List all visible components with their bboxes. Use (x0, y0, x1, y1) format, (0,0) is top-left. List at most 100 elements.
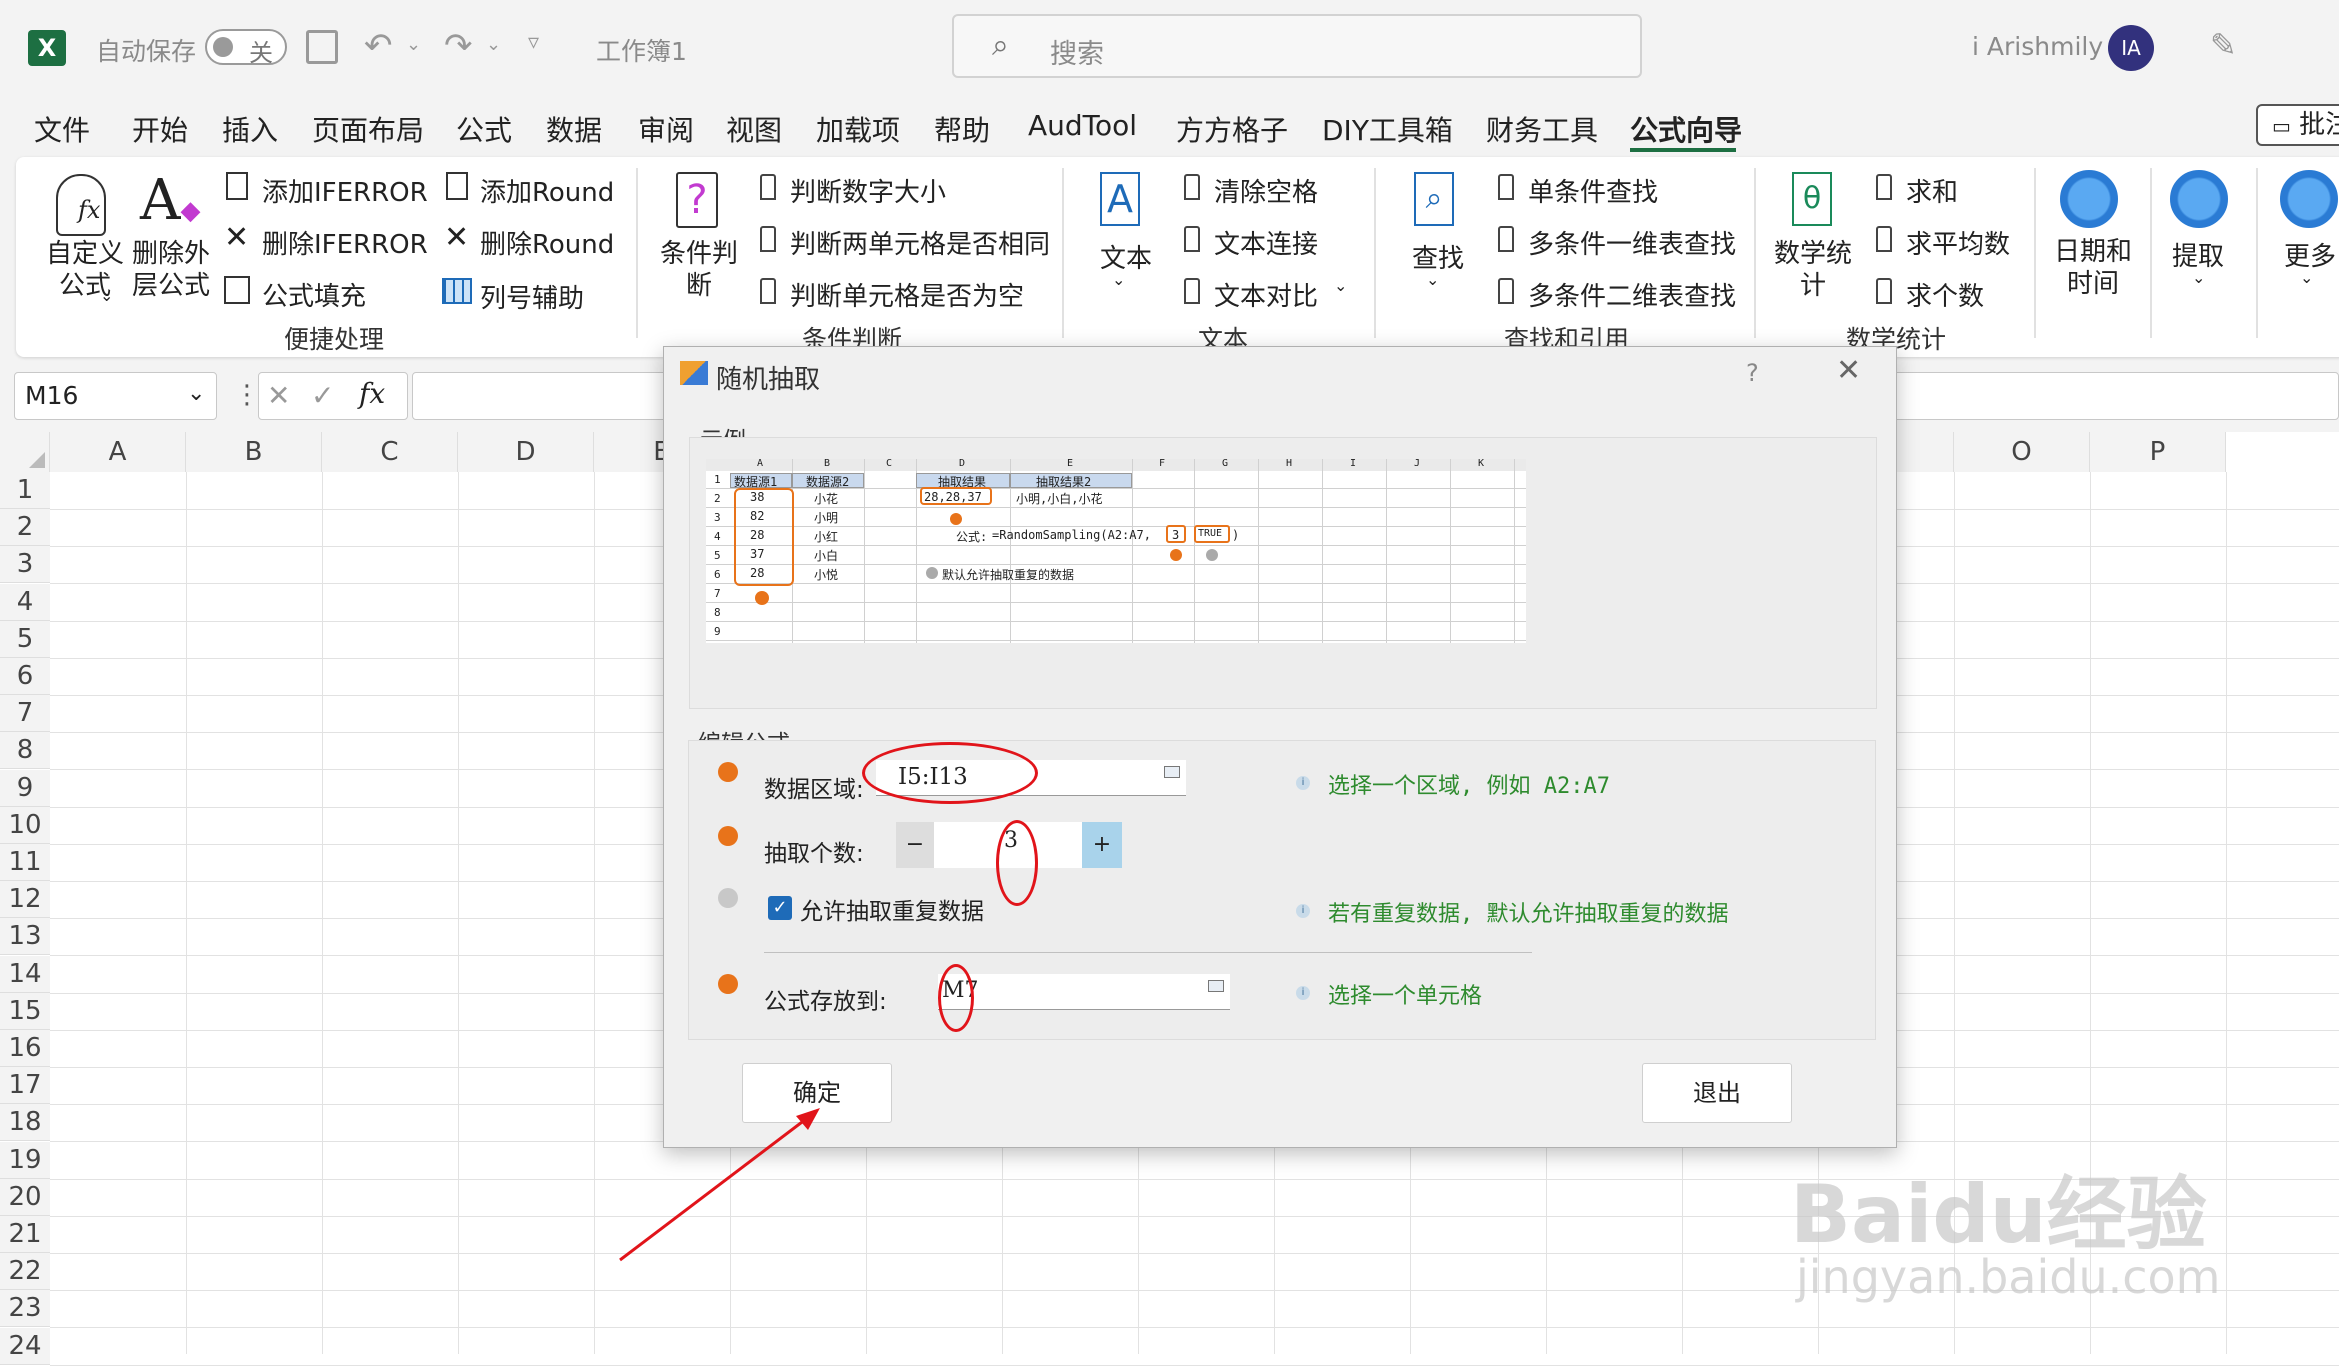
tab-fangfang[interactable]: 方方格子 (1176, 109, 1288, 149)
more-options-icon[interactable]: ⋮ (234, 380, 260, 410)
row-header[interactable]: 5 (0, 620, 50, 658)
sum-button[interactable]: 求和 (1906, 172, 1958, 209)
tab-addins[interactable]: 加载项 (816, 109, 900, 149)
single-condition-find-button[interactable]: 单条件查找 (1528, 172, 1658, 209)
pen-icon[interactable]: ✎ (2210, 26, 2237, 64)
allow-repeat-label[interactable]: 允许抽取重复数据 (800, 892, 984, 926)
text-doc-icon[interactable]: A (1100, 172, 1140, 226)
redo-icon[interactable]: ↷ (444, 26, 473, 66)
row-header[interactable]: 15 (0, 992, 50, 1030)
text-compare-button[interactable]: 文本对比 (1214, 276, 1318, 313)
tab-formulas[interactable]: 公式 (456, 109, 512, 149)
row-header[interactable]: 8 (0, 732, 50, 770)
delete-round-button[interactable]: 删除Round (480, 224, 614, 261)
search-box[interactable]: ⌕ 搜索 (952, 14, 1642, 78)
column-helper-button[interactable]: 列号辅助 (480, 278, 584, 315)
formula-fill-button[interactable]: 公式填充 (262, 276, 366, 313)
store-input[interactable]: M7 (938, 974, 1230, 1010)
redo-dropdown-icon[interactable]: ⌄ (486, 34, 501, 55)
row-header[interactable]: 17 (0, 1067, 50, 1105)
undo-icon[interactable]: ↶ (364, 26, 393, 66)
row-header[interactable]: 14 (0, 955, 50, 993)
row-header[interactable]: 1 (0, 472, 50, 509)
delete-outer-formula-button[interactable]: 删除外 层公式 (132, 238, 210, 302)
extract-circle-icon[interactable] (2170, 170, 2228, 228)
datetime-circle-icon[interactable] (2060, 170, 2118, 228)
delete-iferror-button[interactable]: 删除IFERROR (262, 224, 428, 261)
custom-formula-icon[interactable]: fx (56, 174, 106, 236)
autosave-toggle[interactable]: 关 (205, 29, 287, 67)
row-header[interactable]: 12 (0, 881, 50, 919)
tab-view[interactable]: 视图 (726, 109, 782, 149)
row-header[interactable]: 6 (0, 658, 50, 695)
tab-insert[interactable]: 插入 (222, 109, 278, 149)
range-select-icon[interactable] (1164, 766, 1180, 778)
text-concat-button[interactable]: 文本连接 (1214, 224, 1318, 261)
more-circle-icon[interactable] (2280, 170, 2338, 228)
close-icon[interactable]: ✕ (1836, 353, 1861, 388)
row-header[interactable]: 3 (0, 546, 50, 584)
increment-button[interactable]: + (1082, 822, 1122, 868)
clear-spaces-button[interactable]: 清除空格 (1214, 172, 1318, 209)
tab-data[interactable]: 数据 (546, 109, 602, 149)
check-icon[interactable]: ✓ (311, 379, 334, 412)
tab-finance-tools[interactable]: 财务工具 (1486, 109, 1598, 149)
add-iferror-button[interactable]: 添加IFERROR (262, 172, 428, 209)
column-header[interactable]: A (50, 432, 186, 472)
row-header[interactable]: 7 (0, 695, 50, 733)
condition-judge-button[interactable]: 条件判 断 (660, 238, 738, 302)
decrement-button[interactable]: − (896, 822, 934, 868)
row-header[interactable]: 23 (0, 1290, 50, 1328)
row-header[interactable]: 21 (0, 1216, 50, 1253)
row-header[interactable]: 19 (0, 1141, 50, 1179)
row-header[interactable]: 4 (0, 583, 50, 621)
name-box[interactable]: M16 ⌄ (14, 372, 217, 420)
customize-qat-icon[interactable]: ▿ (528, 30, 539, 55)
row-header[interactable]: 10 (0, 806, 50, 844)
average-button[interactable]: 求平均数 (1906, 224, 2010, 261)
tab-audtool[interactable]: AudTool (1028, 109, 1137, 142)
row-header[interactable]: 13 (0, 918, 50, 956)
row-header[interactable]: 18 (0, 1104, 50, 1142)
row-header[interactable]: 11 (0, 844, 50, 881)
tab-help[interactable]: 帮助 (934, 109, 990, 149)
tab-file[interactable]: 文件 (34, 109, 90, 149)
theta-doc-icon[interactable]: θ (1792, 172, 1832, 226)
exit-button[interactable]: 退出 (1642, 1063, 1792, 1123)
judge-number-size-button[interactable]: 判断数字大小 (790, 172, 946, 209)
tab-review[interactable]: 审阅 (638, 109, 694, 149)
help-button[interactable]: ? (1746, 359, 1759, 387)
cancel-icon[interactable]: ✕ (267, 379, 290, 412)
delete-outer-formula-icon[interactable]: A◆ (140, 168, 200, 233)
row-header[interactable]: 2 (0, 509, 50, 547)
row-header[interactable]: 9 (0, 769, 50, 807)
datetime-button[interactable]: 日期和 时间 (2054, 236, 2132, 300)
save-icon[interactable] (306, 30, 338, 64)
count-button[interactable]: 求个数 (1906, 276, 1984, 313)
math-stat-button[interactable]: 数学统 计 (1774, 238, 1852, 302)
insert-function-icon[interactable]: fx (359, 377, 385, 410)
judge-cells-same-button[interactable]: 判断两单元格是否相同 (790, 224, 1050, 261)
range-select-icon[interactable] (1208, 980, 1224, 992)
row-header[interactable]: 22 (0, 1253, 50, 1291)
column-header[interactable]: O (1954, 432, 2090, 472)
text-button[interactable]: 文本 (1100, 238, 1152, 275)
comment-button[interactable]: ▭ 批注 (2256, 104, 2339, 146)
multi-condition-1d-find-button[interactable]: 多条件一维表查找 (1528, 224, 1736, 261)
tab-formula-wizard[interactable]: 公式向导 (1630, 109, 1742, 149)
column-header[interactable]: B (186, 432, 322, 472)
avatar[interactable]: IA (2108, 25, 2154, 71)
multi-condition-2d-find-button[interactable]: 多条件二维表查找 (1528, 276, 1736, 313)
select-all-corner[interactable] (0, 432, 50, 472)
tab-home[interactable]: 开始 (132, 109, 188, 149)
question-doc-icon[interactable]: ? (676, 172, 718, 228)
tab-page-layout[interactable]: 页面布局 (312, 109, 424, 149)
chevron-down-icon[interactable]: ⌄ (1334, 276, 1347, 295)
judge-cell-empty-button[interactable]: 判断单元格是否为空 (790, 276, 1024, 313)
row-header[interactable]: 16 (0, 1030, 50, 1067)
allow-repeat-checkbox[interactable]: ✓ (768, 896, 792, 920)
column-header[interactable]: D (458, 432, 594, 472)
row-header[interactable]: 20 (0, 1178, 50, 1216)
row-header[interactable]: 24 (0, 1327, 50, 1365)
tab-diy-toolbox[interactable]: DIY工具箱 (1322, 109, 1453, 149)
